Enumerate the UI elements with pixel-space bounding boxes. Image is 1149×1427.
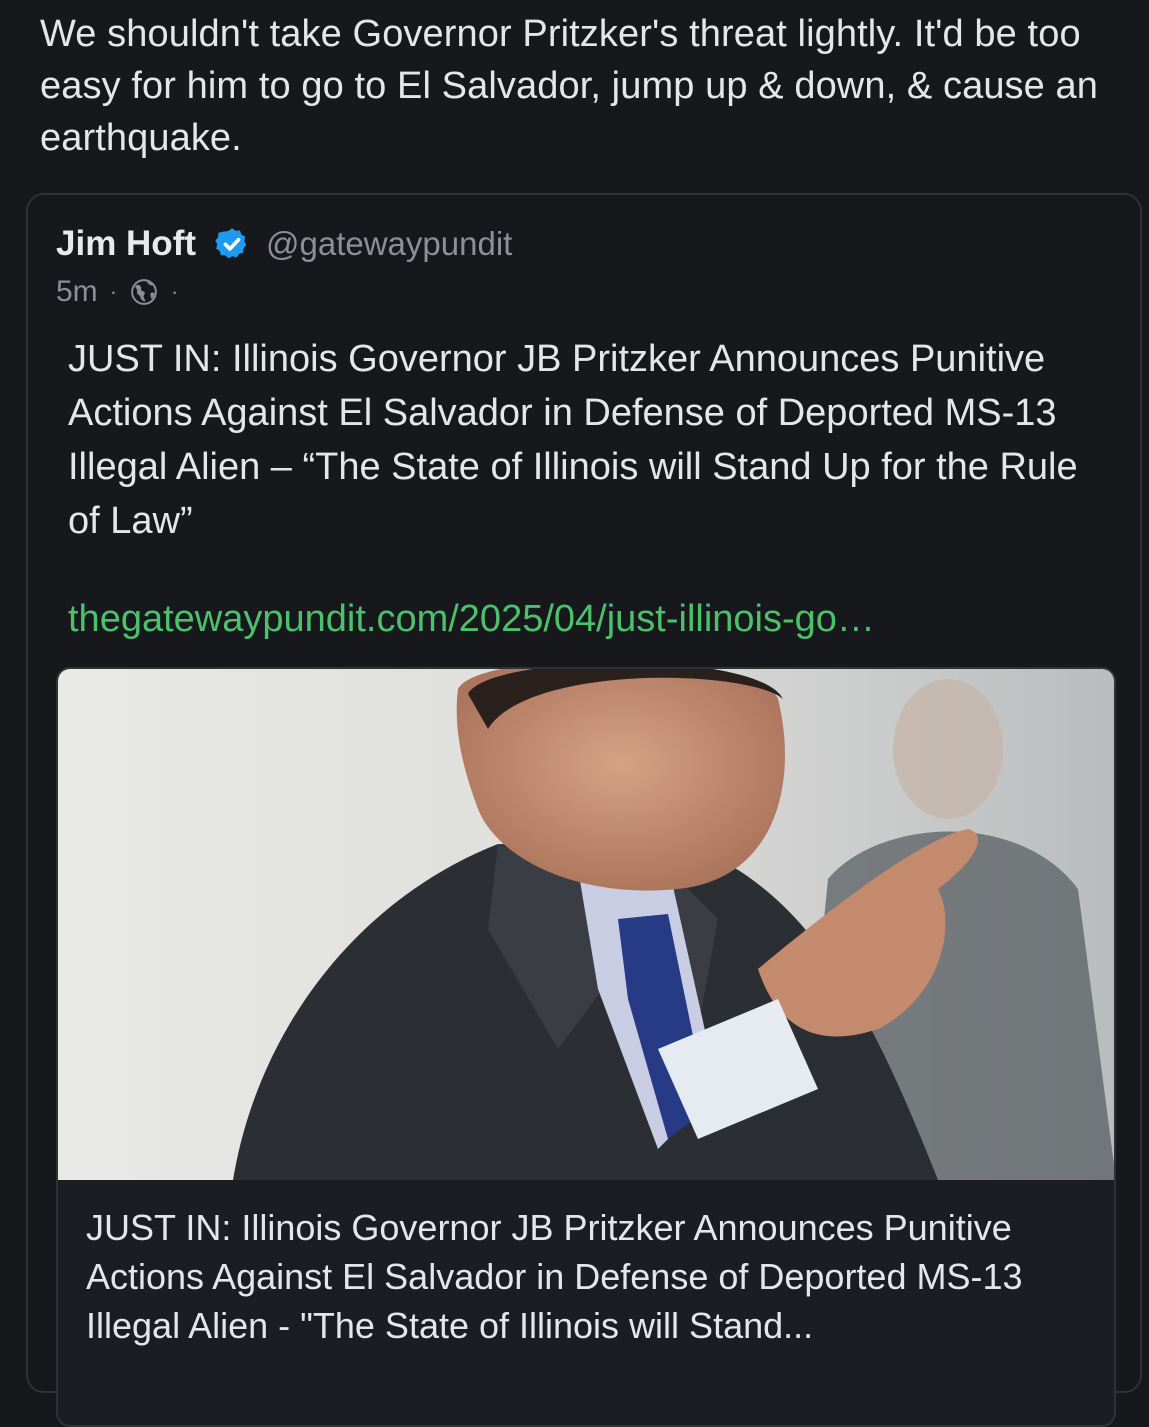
quoted-post-meta: 5m · · xyxy=(56,275,190,309)
link-preview-card[interactable]: JUST IN: Illinois Governor JB Pritzker A… xyxy=(56,667,1116,1427)
meta-separator-2: · xyxy=(171,279,179,304)
quoted-post-body: JUST IN: Illinois Governor JB Pritzker A… xyxy=(68,338,1078,542)
article-link[interactable]: thegatewaypundit.com/2025/04/just-illino… xyxy=(68,598,875,641)
quoted-post-header: Jim Hoft @gatewaypundit xyxy=(56,221,512,267)
meta-separator: · xyxy=(109,279,118,304)
post-timestamp[interactable]: 5m xyxy=(56,275,98,309)
post-text: We shouldn't take Governor Pritzker's th… xyxy=(40,13,1099,159)
verified-badge-icon xyxy=(215,228,247,259)
article-photo[interactable] xyxy=(58,669,1116,1180)
author-handle[interactable]: @gatewaypundit xyxy=(266,225,512,263)
author-name[interactable]: Jim Hoft xyxy=(56,224,196,264)
globe-icon xyxy=(131,279,157,305)
link-preview-title: JUST IN: Illinois Governor JB Pritzker A… xyxy=(86,1207,1023,1346)
quoted-post-card[interactable]: Jim Hoft @gatewaypundit 5m · · JUST IN: … xyxy=(26,193,1142,1427)
